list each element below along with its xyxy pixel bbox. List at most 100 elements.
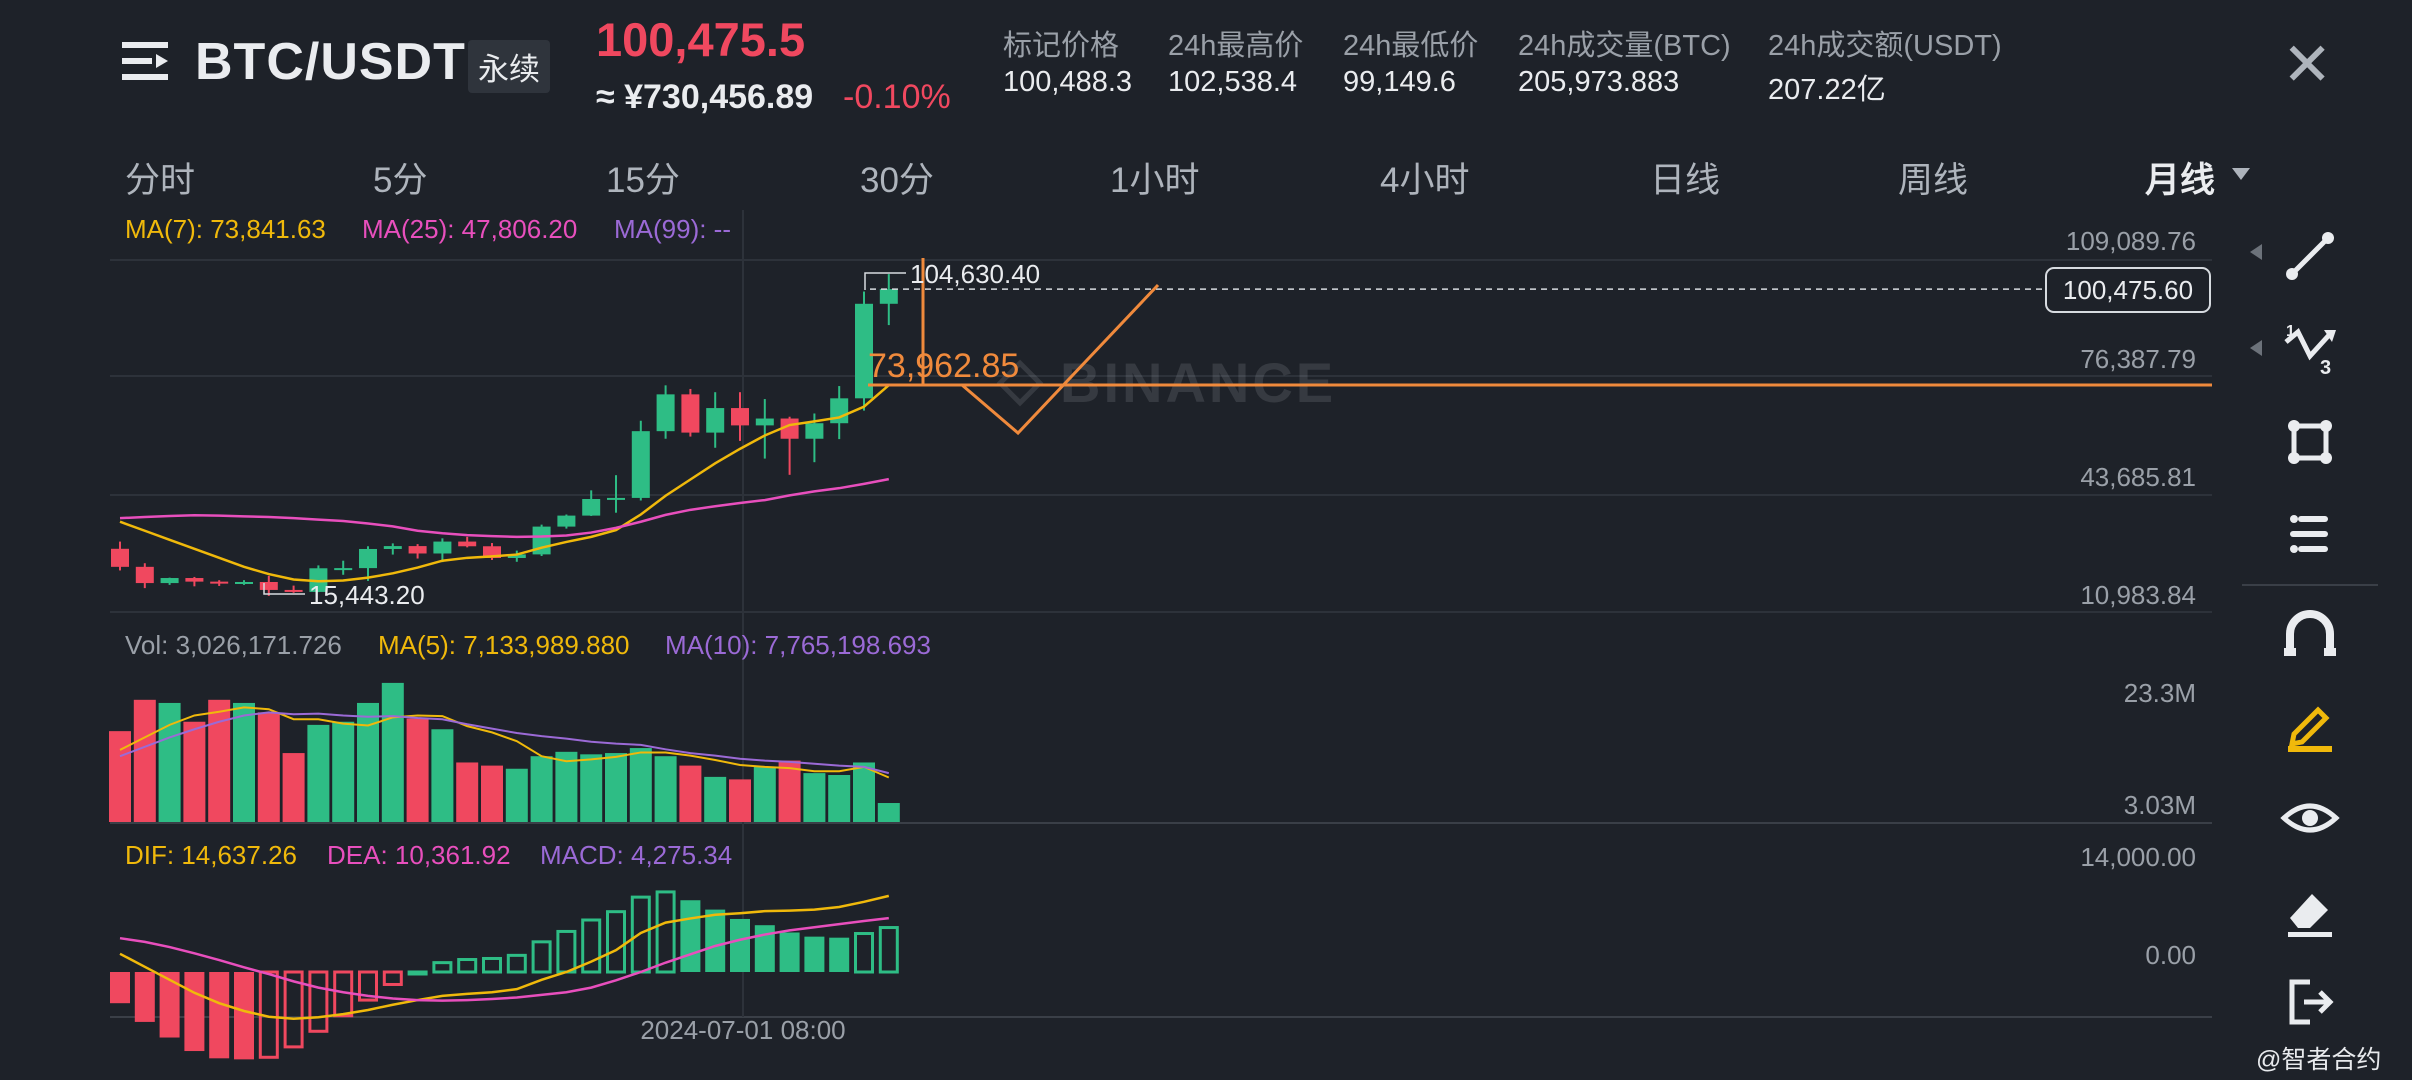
binance-watermark: BINANCE xyxy=(996,351,1336,414)
volume-bar xyxy=(406,718,429,822)
fib-icon[interactable]: 3 1 xyxy=(2280,320,2340,380)
macd-bar xyxy=(531,940,552,974)
volume-bar xyxy=(580,754,603,822)
volume-bar xyxy=(753,766,776,822)
candle-body xyxy=(879,289,898,304)
volume-bar xyxy=(109,731,131,822)
candle-body xyxy=(656,394,675,432)
candle-body xyxy=(383,546,402,549)
volume-bar xyxy=(481,765,503,822)
drawn-level-label: 73,962.85 xyxy=(868,347,1019,385)
macd-bar xyxy=(606,910,626,974)
candle-body xyxy=(433,541,452,554)
volume-bar xyxy=(208,699,231,822)
ma7-line xyxy=(119,384,890,583)
macd-bar xyxy=(457,958,478,974)
macd-bar xyxy=(556,929,577,974)
rectangle-icon[interactable] xyxy=(2280,412,2340,472)
volume-bar xyxy=(877,803,900,822)
macd-bar xyxy=(159,972,180,1038)
candle-body xyxy=(185,578,204,582)
candle-body xyxy=(135,566,154,584)
candle-body xyxy=(111,548,129,567)
magnet-icon[interactable] xyxy=(2280,604,2340,664)
high-marker-line xyxy=(864,272,906,290)
ma25-readout: MA(25): 47,806.20 xyxy=(362,214,578,244)
candle-body xyxy=(334,568,353,571)
price-axis-label: 10,983.84 xyxy=(2080,580,2196,610)
candle-body xyxy=(607,497,625,500)
volume-bar xyxy=(505,768,528,822)
exit-icon[interactable] xyxy=(2280,972,2340,1032)
candle-body xyxy=(706,408,725,433)
ma7-readout: MA(7): 73,841.63 xyxy=(125,214,326,244)
svg-text:1: 1 xyxy=(2286,323,2295,340)
candle-body xyxy=(259,581,278,590)
volume-bar xyxy=(307,724,330,822)
moving-average-lines xyxy=(119,384,890,583)
macd-bar xyxy=(184,972,205,1052)
macd-bar xyxy=(630,895,651,974)
watermark-text: BINANCE xyxy=(1060,351,1336,414)
candle-body xyxy=(235,581,253,584)
candle-body xyxy=(631,431,650,498)
volume-bar xyxy=(183,721,206,822)
trendline-icon[interactable] xyxy=(2280,226,2340,286)
volume-bar xyxy=(381,682,404,822)
dif-readout: DIF: 14,637.26 xyxy=(125,840,297,870)
candle-body xyxy=(582,499,601,516)
macd-bar xyxy=(506,953,527,974)
macd-bar xyxy=(854,932,874,974)
candle-body xyxy=(731,408,749,426)
macd-bar xyxy=(432,961,453,974)
candle-body xyxy=(681,394,700,433)
ma99-readout: MA(99): -- xyxy=(614,214,731,244)
macd-bar xyxy=(234,972,254,1060)
volume-bar xyxy=(332,721,355,822)
candle-body xyxy=(408,546,427,554)
price-axis-label: 43,685.81 xyxy=(2080,462,2196,492)
macd-bar xyxy=(134,972,155,1022)
volume-bar xyxy=(456,762,479,822)
volume-bar xyxy=(158,702,181,822)
volume-bar xyxy=(530,756,553,822)
toolbar-divider xyxy=(2242,584,2378,586)
macd-bar xyxy=(705,909,726,972)
volume-bar xyxy=(803,773,826,822)
price-axis-label: 76,387.79 xyxy=(2080,344,2196,374)
text-lines-icon[interactable] xyxy=(2280,504,2340,564)
volume-bar xyxy=(233,702,255,822)
kline-chart[interactable]: BINANCE 73,962.85 104,630.40 15,443.20 1… xyxy=(0,0,2412,1080)
macd-bar xyxy=(829,937,850,972)
eraser-icon[interactable] xyxy=(2280,880,2340,940)
volume-bar xyxy=(133,699,156,822)
candle-body xyxy=(210,581,229,584)
volume-axis-label: 23.3M xyxy=(2124,678,2196,708)
macd-bar xyxy=(878,926,899,974)
chart-grid xyxy=(110,210,2212,1018)
volume-bar xyxy=(431,729,454,822)
expand-left-icon[interactable] xyxy=(2248,338,2264,358)
volume-axis-label: 3.03M xyxy=(2124,790,2196,820)
svg-text:3: 3 xyxy=(2320,357,2331,379)
macd-readout: MACD: 4,275.34 xyxy=(540,840,733,870)
eye-icon[interactable] xyxy=(2280,788,2340,848)
macd-bar xyxy=(382,970,403,986)
volume-bar xyxy=(357,702,379,822)
time-axis-label: 2024-07-01 08:00 xyxy=(640,1015,845,1045)
pencil-icon[interactable] xyxy=(2280,696,2340,756)
macd-bar xyxy=(779,932,800,972)
volume-bar xyxy=(654,756,677,822)
volume-readout: Vol: 3,026,171.726 xyxy=(125,630,342,660)
price-axis-label: 109,089.76 xyxy=(2066,226,2196,256)
volume-bars xyxy=(109,682,900,822)
high-price-label: 104,630.40 xyxy=(910,259,1040,289)
expand-left-icon[interactable] xyxy=(2248,242,2264,262)
candle-body xyxy=(755,418,774,426)
candle-body xyxy=(284,589,303,592)
candle-body xyxy=(160,578,179,584)
volume-bar xyxy=(257,712,280,822)
volume-bar xyxy=(605,753,627,822)
macd-bar xyxy=(482,956,502,974)
credit-watermark: @智者合约 xyxy=(2256,1046,2382,1074)
